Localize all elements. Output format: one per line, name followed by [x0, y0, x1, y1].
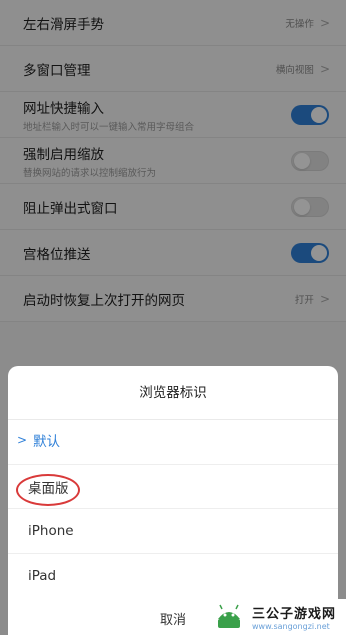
option-label: 默认 — [33, 434, 61, 450]
option-label: iPad — [28, 568, 57, 584]
option-label: iPhone — [28, 523, 74, 539]
watermark-url: www.sangongzi.net — [252, 622, 330, 631]
watermark-text: 三公子游戏网 www.sangongzi.net — [252, 603, 336, 631]
watermark-name: 三公子游戏网 — [252, 607, 337, 622]
browser-ua-sheet: 浏览器标识 > 默认 桌面版 iPhone iPad 取消 — [8, 366, 338, 635]
option-default[interactable]: > 默认 — [8, 418, 338, 462]
android-logo-icon — [212, 603, 246, 631]
option-iphone[interactable]: iPhone — [8, 509, 338, 553]
site-watermark: 三公子游戏网 www.sangongzi.net — [206, 599, 346, 635]
red-highlight-circle — [16, 474, 80, 506]
option-ipad[interactable]: iPad — [8, 554, 338, 598]
sheet-title: 浏览器标识 — [139, 385, 207, 401]
chevron-right-icon: > — [17, 433, 28, 447]
